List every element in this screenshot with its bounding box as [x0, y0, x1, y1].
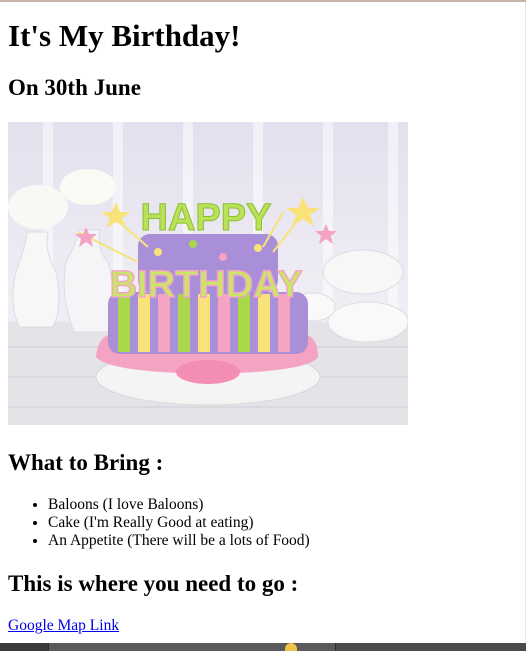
list-item: An Appetite (There will be a lots of Foo… — [48, 532, 310, 550]
what-to-bring-heading: What to Bring : — [8, 450, 164, 475]
list-item: Cake (I'm Really Good at eating) — [48, 514, 310, 532]
taskbar — [0, 643, 526, 651]
taskbar-start-area[interactable] — [0, 643, 48, 651]
cake-topper-happy: HAPPY — [141, 197, 272, 239]
bring-list: Baloons (I love Baloons) Cake (I'm Reall… — [8, 496, 310, 550]
list-item: Baloons (I love Baloons) — [48, 496, 310, 514]
directions-heading: This is where you need to go : — [8, 571, 299, 596]
window-top-border — [0, 0, 526, 2]
google-map-link[interactable]: Google Map Link — [8, 617, 119, 635]
cake-topper-birthday: BIRTHDAY — [110, 264, 303, 306]
date-heading: On 30th June — [8, 75, 141, 100]
taskbar-app-icon[interactable] — [285, 643, 297, 651]
page-title: It's My Birthday! — [8, 18, 241, 53]
birthday-cake-image: HAPPY BIRTHDAY — [8, 122, 408, 425]
